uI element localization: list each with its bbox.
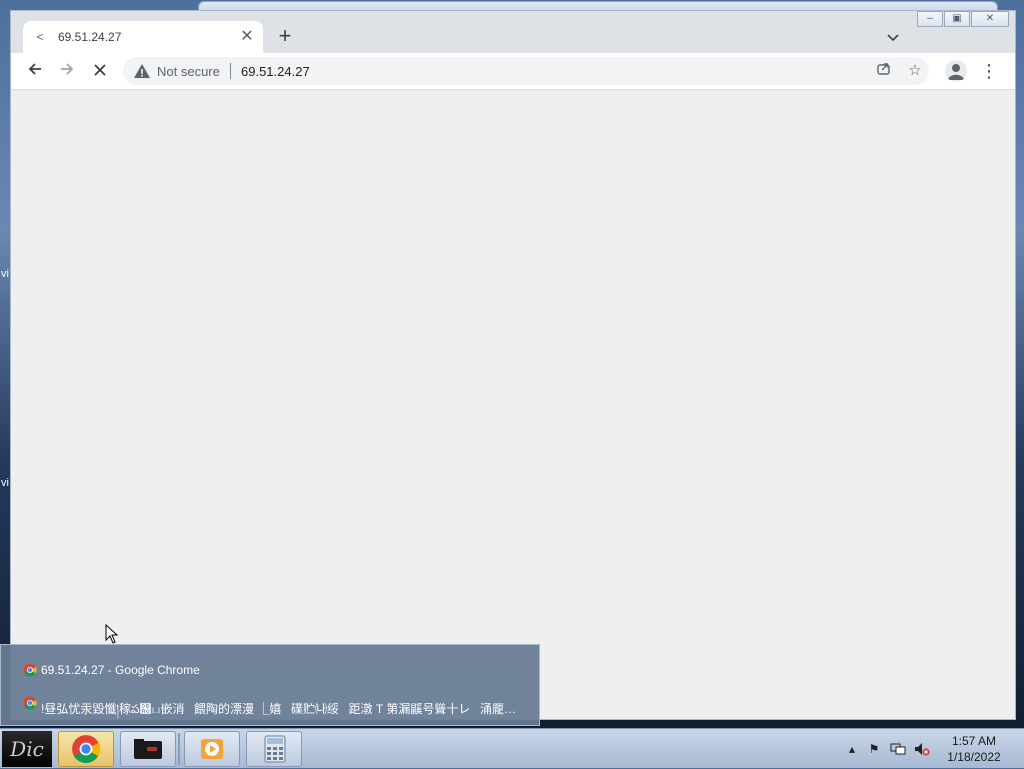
chrome-icon xyxy=(23,663,37,677)
jump-list-item[interactable]: !昼弘忧汞毀懺།稼ప஠ப嵌消餵陶的漂漫 ⎿嬉礏贮㈏绥距潡 T 第漏鼷号聳十… xyxy=(1,691,539,716)
window-controls: – ▣ ✕ xyxy=(917,11,1011,29)
warning-icon[interactable] xyxy=(133,62,151,80)
loading-icon: ˂ xyxy=(36,30,44,44)
profile-avatar[interactable] xyxy=(945,60,967,82)
mouse-cursor-icon xyxy=(105,624,119,644)
jump-list-item-label: 69.51.24.27 - Google Chrome xyxy=(41,663,200,677)
taskbar-app-button[interactable] xyxy=(120,731,176,767)
network-icon[interactable] xyxy=(890,741,906,757)
tab-title: 69.51.24.27 xyxy=(58,30,122,44)
taskbar-calculator-button[interactable] xyxy=(246,731,302,767)
volume-muted-icon[interactable] xyxy=(914,741,930,757)
close-icon xyxy=(94,64,106,76)
arrow-right-icon xyxy=(61,63,74,75)
chrome-window: ˂ 69.51.24.27 ✕ + – ▣ ✕ Not secure 69.51… xyxy=(10,10,1016,720)
taskbar-separator xyxy=(178,733,180,765)
clock-time: 1:57 AM xyxy=(951,734,997,748)
close-tab-icon[interactable]: ✕ xyxy=(237,27,257,47)
person-icon xyxy=(948,64,964,80)
start-button[interactable]: Dic xyxy=(2,731,52,767)
page-content[interactable] xyxy=(11,90,1015,719)
chevron-down-icon xyxy=(887,34,899,42)
chrome-menu-button[interactable]: ⋮ xyxy=(979,59,999,83)
forward-button[interactable] xyxy=(55,59,79,83)
tab-active[interactable]: ˂ 69.51.24.27 ✕ xyxy=(23,21,263,53)
action-center-flag-icon[interactable]: ⚑ xyxy=(866,741,882,757)
toolbar: Not secure 69.51.24.27 ☆ ⋮ xyxy=(11,53,1015,90)
calculator-icon xyxy=(264,735,286,763)
stop-loading-button[interactable] xyxy=(88,59,112,83)
tab-search-button[interactable] xyxy=(883,27,903,47)
tab-strip: ˂ 69.51.24.27 ✕ + – ▣ ✕ xyxy=(11,11,1015,53)
taskbar-jump-list: 69.51.24.27 - Google Chrome !昼弘忧汞毀懺།稼ప஠ப… xyxy=(0,644,540,726)
jump-list-item[interactable]: 69.51.24.27 - Google Chrome xyxy=(1,658,539,682)
clock[interactable]: 1:57 AM 1/18/2022 xyxy=(940,733,1008,765)
url-text[interactable]: 69.51.24.27 xyxy=(241,64,310,79)
share-icon[interactable] xyxy=(873,61,893,81)
back-button[interactable] xyxy=(23,59,47,83)
jump-list-item-label: !昼弘忧汞毀懺།稼ప஠ப嵌消餵陶的漂漫 ⎿嬉礏贮㈏绥距潡 T 第漏鼷号聳十… xyxy=(41,702,525,716)
new-tab-button[interactable]: + xyxy=(273,25,297,49)
minimize-button[interactable]: – xyxy=(917,11,943,27)
security-status[interactable]: Not secure xyxy=(157,64,220,79)
address-bar[interactable]: Not secure 69.51.24.27 ☆ xyxy=(123,57,929,85)
folder-icon xyxy=(134,739,162,759)
arrow-left-icon xyxy=(28,63,41,75)
chrome-icon xyxy=(23,696,37,710)
show-hidden-icons-icon[interactable]: ▴ xyxy=(844,741,860,757)
taskbar: Dic ▴ ⚑ 1:57 AM 1/18/2022 xyxy=(0,728,1024,768)
desktop-icon-label[interactable]: vi xyxy=(1,477,9,489)
close-window-button[interactable]: ✕ xyxy=(971,11,1009,27)
address-divider xyxy=(230,63,231,79)
media-player-icon xyxy=(201,739,223,759)
clock-date: 1/18/2022 xyxy=(947,750,1001,764)
desktop-icon-label[interactable]: vi xyxy=(1,268,9,280)
bookmark-star-icon[interactable]: ☆ xyxy=(905,61,925,81)
chrome-icon xyxy=(72,735,101,763)
taskbar-chrome-button[interactable] xyxy=(58,731,114,767)
maximize-button[interactable]: ▣ xyxy=(944,11,970,27)
taskbar-media-player-button[interactable] xyxy=(184,731,240,767)
